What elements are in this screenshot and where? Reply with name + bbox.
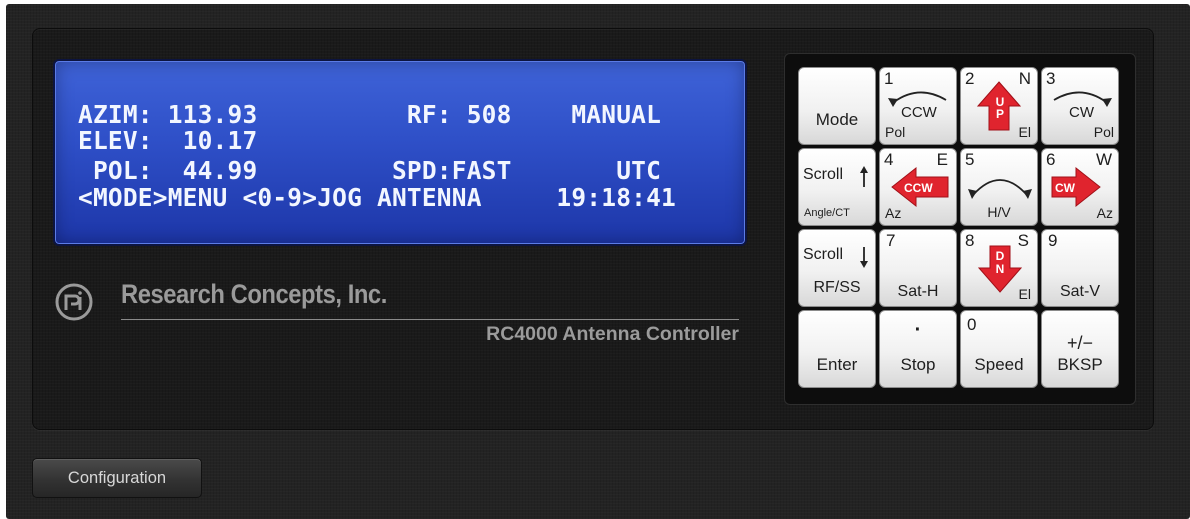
bksp-key[interactable]: +/− BKSP	[1041, 310, 1119, 388]
lcd-line-4: <MODE>MENU <0-9>JOG ANTENNA 19:18:41	[78, 183, 677, 212]
arrow-up-icon	[860, 166, 868, 187]
mode-key[interactable]: Mode	[798, 67, 876, 145]
key-8-arrow-text: DN	[995, 249, 1005, 276]
lcd-display: AZIM: 113.93 RF: 508 MANUAL ELEV: 10.17 …	[53, 59, 747, 246]
stop-key-label: Stop	[900, 355, 936, 374]
lcd-line-1: AZIM: 113.93 RF: 508 MANUAL	[78, 100, 662, 129]
key-4-ccw-az[interactable]: 4 E CCW Az	[879, 148, 957, 226]
scroll-down-key[interactable]: Scroll RF/SS	[798, 229, 876, 307]
key-5-sub: H/V	[987, 204, 1011, 220]
company-name: Research Concepts, Inc.	[121, 279, 387, 309]
scroll-down-sub: RF/SS	[813, 279, 861, 296]
curved-arrow-icon	[968, 179, 1032, 199]
key-6-arrow-text: CW	[1055, 181, 1075, 195]
key-2-digit: 2	[965, 69, 975, 88]
key-4-arrow-text: CCW	[904, 181, 933, 195]
key-1-sub: Pol	[885, 124, 906, 140]
speed-key-label: Speed	[974, 355, 1024, 374]
key-5-hv[interactable]: 5 H/V	[960, 148, 1038, 226]
key-9-digit: 9	[1048, 231, 1058, 250]
key-4-sub: Az	[885, 205, 902, 221]
enter-key-label: Enter	[816, 355, 858, 374]
key-9-sub: Sat-V	[1059, 283, 1100, 300]
lcd-line-2: ELEV: 10.17	[78, 126, 258, 155]
key-7-digit: 7	[886, 231, 896, 250]
speed-key-digit: 0	[967, 315, 977, 334]
controller-panel: AZIM: 113.93 RF: 508 MANUAL ELEV: 10.17 …	[32, 28, 1154, 430]
key-1-label: CCW	[901, 104, 937, 121]
key-8-down-el[interactable]: 8 S DN El	[960, 229, 1038, 307]
enter-key[interactable]: Enter	[798, 310, 876, 388]
stop-key-digit: ·	[914, 319, 922, 341]
lcd-line-3: POL: 44.99 SPD:FAST UTC	[78, 156, 662, 185]
key-3-sub: Pol	[1093, 124, 1114, 140]
scroll-up-sub: Angle/CT	[804, 207, 850, 219]
scroll-up-label: Scroll	[803, 166, 844, 183]
scroll-down-label: Scroll	[803, 246, 844, 263]
key-2-arrow-text: UP	[995, 95, 1005, 121]
key-2-up-el[interactable]: 2 N UP El	[960, 67, 1038, 145]
model-name: RC4000 Antenna Controller	[486, 323, 739, 345]
scroll-up-key[interactable]: Scroll Angle/CT	[798, 148, 876, 226]
key-8-digit: 8	[965, 231, 975, 250]
configuration-button[interactable]: Configuration	[32, 458, 202, 498]
keypad: Mode 1 CCW Pol 2 N UP El 3 CW Pol Scroll…	[784, 53, 1136, 405]
key-6-cw-az[interactable]: 6 W CW Az	[1041, 148, 1119, 226]
controller-window: AZIM: 113.93 RF: 508 MANUAL ELEV: 10.17 …	[6, 4, 1190, 519]
speed-key[interactable]: 0 Speed	[960, 310, 1038, 388]
key-7-sat-h[interactable]: 7 Sat-H	[879, 229, 957, 307]
key-2-sub: El	[1018, 124, 1031, 140]
bksp-key-digit: +/−	[1066, 333, 1094, 353]
key-3-cw-pol[interactable]: 3 CW Pol	[1041, 67, 1119, 145]
key-3-label: CW	[1069, 104, 1094, 121]
arrow-down-icon	[860, 247, 868, 268]
stop-key[interactable]: · Stop	[879, 310, 957, 388]
logo-divider	[121, 319, 739, 320]
key-8-sub: El	[1018, 286, 1031, 302]
mode-key-label: Mode	[815, 110, 859, 129]
key-6-sub: Az	[1096, 205, 1113, 221]
key-1-ccw-pol[interactable]: 1 CCW Pol	[879, 67, 957, 145]
bksp-key-label: BKSP	[1057, 355, 1103, 374]
key-9-sat-v[interactable]: 9 Sat-V	[1041, 229, 1119, 307]
key-7-sub: Sat-H	[897, 283, 939, 300]
rci-logo-icon	[55, 283, 93, 321]
